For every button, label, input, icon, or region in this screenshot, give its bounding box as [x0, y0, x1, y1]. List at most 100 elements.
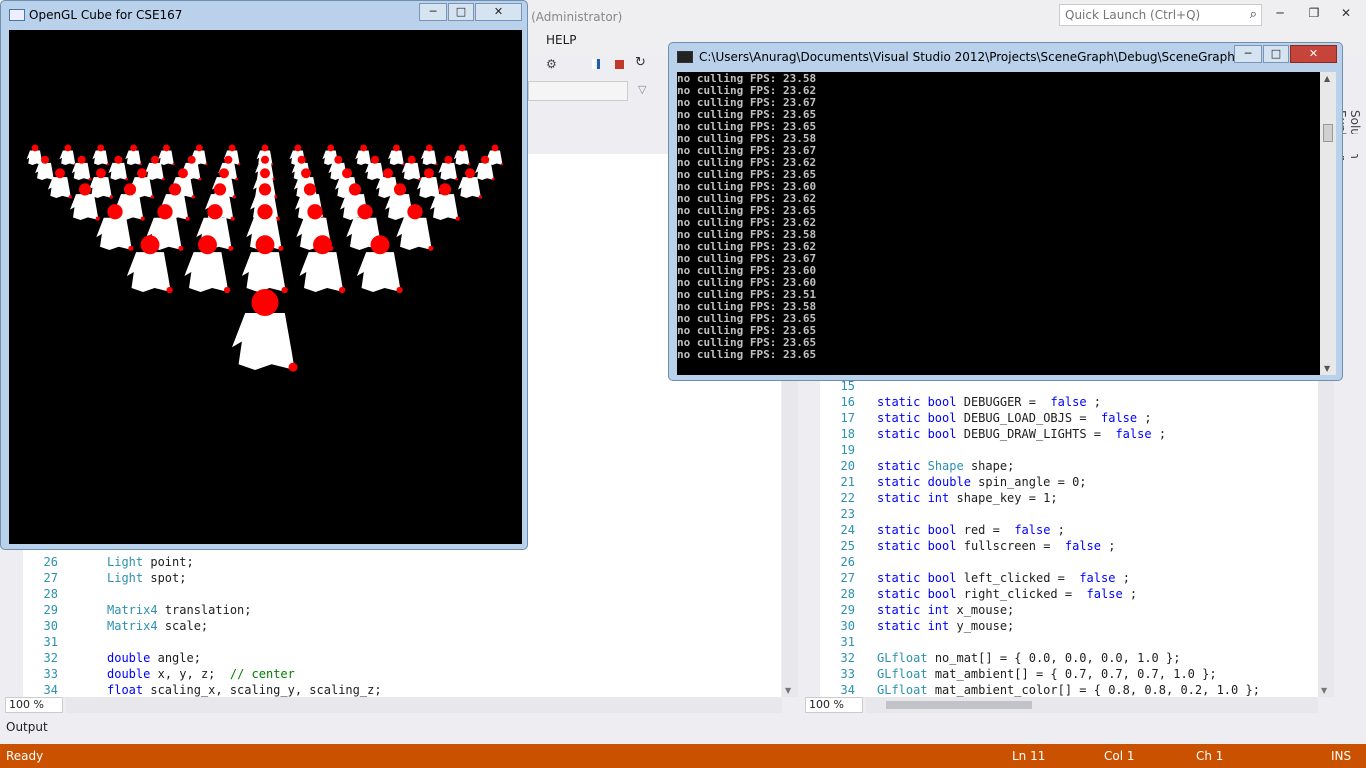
gl-minimize-button[interactable]: ─ [419, 3, 447, 21]
minimize-icon[interactable]: ─ [1270, 6, 1290, 20]
code-token: GLfloat [877, 667, 928, 681]
code-token: false [1079, 571, 1116, 585]
code-token: x, y, z; [157, 667, 223, 681]
code-line: static int y_mouse; [877, 618, 1014, 634]
code-token: scale; [164, 619, 209, 633]
code-line: static bool DEBUG_LOAD_OBJS = false ; [877, 410, 1152, 426]
code-token: false [1014, 523, 1051, 537]
code-token: static bool [877, 427, 957, 441]
gl-maximize-button[interactable]: □ [448, 3, 474, 21]
robot-figure [88, 168, 113, 199]
quick-launch-box[interactable]: ⌕ [1059, 4, 1262, 26]
filter-icon[interactable]: ▽ [638, 83, 646, 96]
code-token: fullscreen = [963, 539, 1058, 553]
quick-launch-input[interactable] [1060, 5, 1240, 25]
code-token: shape; [970, 459, 1015, 473]
status-line: Ln 11 [1012, 749, 1046, 763]
robot-figure [420, 144, 438, 166]
console-maximize-button[interactable]: □ [1263, 45, 1289, 63]
zoom-left[interactable]: 100 % [5, 697, 63, 713]
robot-figure [401, 155, 422, 181]
robot-figure [92, 144, 109, 166]
code-line: GLfloat mat_ambient_color[] = { 0.8, 0.8… [877, 682, 1260, 698]
robot-figure [416, 168, 441, 199]
line-number: 18 [840, 427, 855, 441]
solution-explorer-tab[interactable]: Solution Explorer [1334, 110, 1362, 210]
code-token: double [107, 651, 151, 665]
opengl-render-canvas[interactable] [9, 30, 522, 544]
robot-figure [241, 235, 288, 294]
code-line: static bool DEBUG_DRAW_LIGHTS = false ; [877, 426, 1166, 442]
code-token: spin_angle = 0; [978, 475, 1087, 489]
solution-config-dropdown[interactable] [528, 81, 628, 101]
console-app-icon [677, 51, 693, 63]
code-token: right_clicked = [963, 587, 1080, 601]
robot-figure [232, 289, 298, 372]
code-token: false [1115, 427, 1152, 441]
robot-figure [453, 144, 471, 166]
code-token: no_mat[] = { 0.0, 0.0, 0.0, 1.0 }; [934, 651, 1181, 665]
code-token: GLfloat [877, 683, 928, 697]
menu-help[interactable]: HELP [546, 33, 577, 47]
code-line: static Shape shape; [877, 458, 1014, 474]
console-scrollbar[interactable]: ▲ ▼ [1320, 72, 1336, 375]
line-number: 28 [840, 587, 855, 601]
code-token: shape_key = 1; [956, 491, 1058, 505]
code-token: ; [1158, 427, 1167, 441]
code-line: static bool left_clicked = false ; [877, 570, 1130, 586]
code-token: scaling_x, scaling_y, scaling_z; [150, 683, 382, 697]
attach-process-icon[interactable]: ⚙ [546, 57, 560, 71]
line-number: 31 [840, 635, 855, 649]
line-number: 33 [840, 667, 855, 681]
code-token: x_mouse; [956, 603, 1015, 617]
code-token: DEBUG_LOAD_OBJS = [963, 411, 1094, 425]
restart-icon[interactable]: ↻ [635, 55, 649, 70]
zoom-right[interactable]: 100 % [805, 697, 863, 713]
code-token: y_mouse; [956, 619, 1015, 633]
code-token: GLfloat [877, 651, 928, 665]
code-line: double x, y, z; // center [107, 666, 295, 682]
code-token: static bool [877, 523, 957, 537]
code-token: ; [1129, 587, 1138, 601]
code-token: Matrix4 [107, 619, 158, 633]
robot-figure [71, 155, 92, 181]
restore-icon[interactable]: ❐ [1304, 6, 1324, 20]
search-icon[interactable]: ⌕ [1250, 7, 1257, 22]
console-window[interactable]: C:\Users\Anurag\Documents\Visual Studio … [668, 42, 1343, 381]
code-line: static bool DEBUGGER = false ; [877, 394, 1101, 410]
code-token: static int [877, 619, 950, 633]
gl-close-button[interactable]: ✕ [475, 3, 522, 21]
code-token: float [107, 683, 144, 697]
pause-icon[interactable] [592, 59, 595, 69]
line-number: 28 [43, 587, 58, 601]
code-token: mat_ambient_color[] = { 0.8, 0.8, 0.2, 1… [934, 683, 1260, 697]
code-token: left_clicked = [963, 571, 1073, 585]
stop-icon[interactable] [615, 60, 624, 69]
output-panel-label[interactable]: Output [6, 720, 48, 734]
robot-figure [26, 144, 44, 166]
code-line: Matrix4 translation; [107, 602, 252, 618]
status-bar: Ready Ln 11 Col 1 Ch 1 INS [0, 744, 1366, 768]
left-hscrollbar[interactable] [66, 697, 782, 713]
code-token: false [1050, 395, 1087, 409]
line-number: 24 [840, 523, 855, 537]
console-minimize-button[interactable]: ─ [1234, 45, 1262, 63]
code-line: static bool red = false ; [877, 522, 1065, 538]
right-hscrollbar[interactable] [866, 697, 1318, 713]
opengl-window[interactable]: OpenGL Cube for CSE167 ─ □ ✕ [0, 0, 528, 550]
code-token: red = [963, 523, 1008, 537]
code-token: angle; [157, 651, 201, 665]
line-number: 32 [840, 651, 855, 665]
code-token: static bool [877, 587, 957, 601]
code-token: static bool [877, 571, 957, 585]
code-token: static bool [877, 411, 957, 425]
robot-figure [158, 144, 175, 166]
status-col: Col 1 [1104, 749, 1135, 763]
close-icon[interactable]: ✕ [1336, 6, 1356, 20]
console-close-button[interactable]: ✕ [1290, 45, 1337, 63]
robot-figure [388, 144, 405, 166]
console-output: no culling FPS: 23.58 no culling FPS: 23.… [677, 72, 1320, 375]
code-token: static double [877, 475, 971, 489]
code-token: ; [1093, 395, 1102, 409]
robot-figure [355, 144, 372, 166]
